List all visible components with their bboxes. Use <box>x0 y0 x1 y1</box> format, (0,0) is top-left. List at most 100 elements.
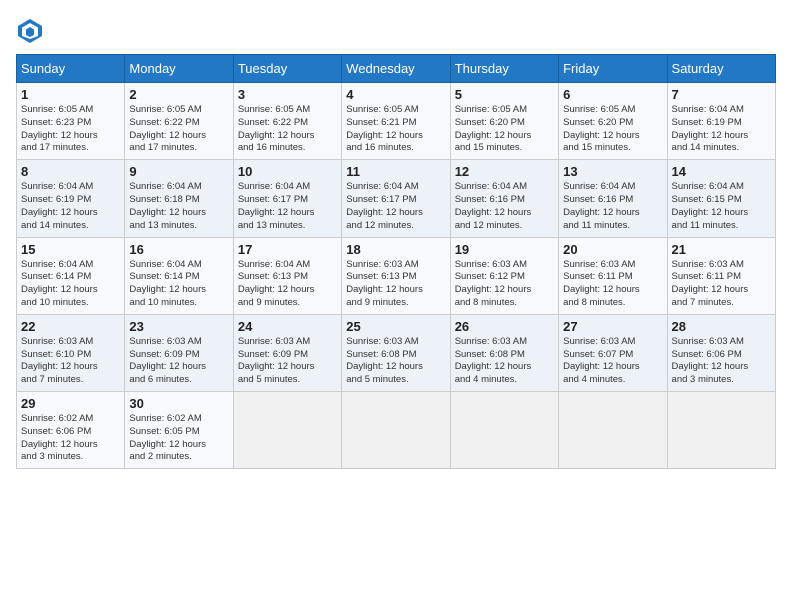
day-info: Sunrise: 6:03 AM Sunset: 6:11 PM Dayligh… <box>563 259 662 310</box>
day-info: Sunrise: 6:04 AM Sunset: 6:19 PM Dayligh… <box>672 104 771 155</box>
day-info: Sunrise: 6:04 AM Sunset: 6:16 PM Dayligh… <box>455 181 554 232</box>
calendar-day-cell: 28 Sunrise: 6:03 AM Sunset: 6:06 PM Dayli… <box>667 314 775 391</box>
day-number: 29 <box>21 396 120 411</box>
calendar-day-cell: 25 Sunrise: 6:03 AM Sunset: 6:08 PM Dayli… <box>342 314 450 391</box>
day-number: 25 <box>346 319 445 334</box>
calendar-day-cell <box>450 392 558 469</box>
calendar-day-cell: 8Sunrise: 6:04 AM Sunset: 6:19 PM Daylig… <box>17 160 125 237</box>
day-number: 22 <box>21 319 120 334</box>
calendar-day-cell <box>233 392 341 469</box>
calendar-day-cell: 20 Sunrise: 6:03 AM Sunset: 6:11 PM Dayli… <box>559 237 667 314</box>
header-wednesday: Wednesday <box>342 55 450 83</box>
day-info: Sunrise: 6:03 AM Sunset: 6:11 PM Dayligh… <box>672 259 771 310</box>
day-info: Sunrise: 6:05 AM Sunset: 6:20 PM Dayligh… <box>455 104 554 155</box>
day-info: Sunrise: 6:03 AM Sunset: 6:08 PM Dayligh… <box>346 336 445 387</box>
day-info: Sunrise: 6:04 AM Sunset: 6:15 PM Dayligh… <box>672 181 771 232</box>
day-number: 27 <box>563 319 662 334</box>
day-number: 17 <box>238 242 337 257</box>
calendar-day-cell: 15 Sunrise: 6:04 AM Sunset: 6:14 PM Dayli… <box>17 237 125 314</box>
day-info: Sunrise: 6:02 AM Sunset: 6:06 PM Dayligh… <box>21 413 120 464</box>
calendar-day-cell: 13 Sunrise: 6:04 AM Sunset: 6:16 PM Dayli… <box>559 160 667 237</box>
day-info: Sunrise: 6:03 AM Sunset: 6:12 PM Dayligh… <box>455 259 554 310</box>
day-info: Sunrise: 6:03 AM Sunset: 6:09 PM Dayligh… <box>129 336 228 387</box>
calendar-day-cell: 7 Sunrise: 6:04 AM Sunset: 6:19 PM Daylig… <box>667 83 775 160</box>
calendar-day-cell: 10 Sunrise: 6:04 AM Sunset: 6:17 PM Dayli… <box>233 160 341 237</box>
day-info: Sunrise: 6:04 AM Sunset: 6:14 PM Dayligh… <box>129 259 228 310</box>
header-tuesday: Tuesday <box>233 55 341 83</box>
calendar-table: SundayMondayTuesdayWednesdayThursdayFrid… <box>16 54 776 469</box>
calendar-day-cell <box>342 392 450 469</box>
calendar-day-cell: 29 Sunrise: 6:02 AM Sunset: 6:06 PM Dayli… <box>17 392 125 469</box>
day-info: Sunrise: 6:03 AM Sunset: 6:09 PM Dayligh… <box>238 336 337 387</box>
header-thursday: Thursday <box>450 55 558 83</box>
calendar-day-cell: 14 Sunrise: 6:04 AM Sunset: 6:15 PM Dayli… <box>667 160 775 237</box>
day-number: 8 <box>21 164 120 179</box>
calendar-day-cell: 30 Sunrise: 6:02 AM Sunset: 6:05 PM Dayli… <box>125 392 233 469</box>
calendar-day-cell: 27Sunrise: 6:03 AM Sunset: 6:07 PM Dayli… <box>559 314 667 391</box>
day-info: Sunrise: 6:04 AM Sunset: 6:13 PM Dayligh… <box>238 259 337 310</box>
day-info: Sunrise: 6:05 AM Sunset: 6:21 PM Dayligh… <box>346 104 445 155</box>
calendar-week-row: 22 Sunrise: 6:03 AM Sunset: 6:10 PM Dayli… <box>17 314 776 391</box>
page-header <box>16 16 776 44</box>
header-monday: Monday <box>125 55 233 83</box>
calendar-week-row: 8Sunrise: 6:04 AM Sunset: 6:19 PM Daylig… <box>17 160 776 237</box>
day-number: 12 <box>455 164 554 179</box>
day-number: 18 <box>346 242 445 257</box>
day-number: 30 <box>129 396 228 411</box>
calendar-week-row: 15 Sunrise: 6:04 AM Sunset: 6:14 PM Dayli… <box>17 237 776 314</box>
calendar-day-cell: 5 Sunrise: 6:05 AM Sunset: 6:20 PM Daylig… <box>450 83 558 160</box>
day-info: Sunrise: 6:04 AM Sunset: 6:16 PM Dayligh… <box>563 181 662 232</box>
calendar-day-cell: 1 Sunrise: 6:05 AM Sunset: 6:23 PM Daylig… <box>17 83 125 160</box>
day-number: 7 <box>672 87 771 102</box>
day-number: 14 <box>672 164 771 179</box>
calendar-day-cell: 17 Sunrise: 6:04 AM Sunset: 6:13 PM Dayli… <box>233 237 341 314</box>
calendar-day-cell: 23 Sunrise: 6:03 AM Sunset: 6:09 PM Dayli… <box>125 314 233 391</box>
day-number: 13 <box>563 164 662 179</box>
day-number: 19 <box>455 242 554 257</box>
calendar-day-cell: 16 Sunrise: 6:04 AM Sunset: 6:14 PM Dayli… <box>125 237 233 314</box>
calendar-day-cell: 18 Sunrise: 6:03 AM Sunset: 6:13 PM Dayli… <box>342 237 450 314</box>
day-number: 11 <box>346 164 445 179</box>
day-number: 16 <box>129 242 228 257</box>
day-number: 24 <box>238 319 337 334</box>
logo-icon <box>16 16 44 44</box>
day-info: Sunrise: 6:03 AM Sunset: 6:06 PM Dayligh… <box>672 336 771 387</box>
day-info: Sunrise: 6:03 AM Sunset: 6:13 PM Dayligh… <box>346 259 445 310</box>
day-number: 21 <box>672 242 771 257</box>
day-number: 3 <box>238 87 337 102</box>
calendar-day-cell: 4 Sunrise: 6:05 AM Sunset: 6:21 PM Daylig… <box>342 83 450 160</box>
day-number: 20 <box>563 242 662 257</box>
day-number: 1 <box>21 87 120 102</box>
calendar-day-cell: 26 Sunrise: 6:03 AM Sunset: 6:08 PM Dayli… <box>450 314 558 391</box>
day-info: Sunrise: 6:05 AM Sunset: 6:22 PM Dayligh… <box>129 104 228 155</box>
logo <box>16 16 48 44</box>
calendar-day-cell: 9Sunrise: 6:04 AM Sunset: 6:18 PM Daylig… <box>125 160 233 237</box>
calendar-day-cell <box>667 392 775 469</box>
calendar-day-cell: 22 Sunrise: 6:03 AM Sunset: 6:10 PM Dayli… <box>17 314 125 391</box>
day-info: Sunrise: 6:03 AM Sunset: 6:10 PM Dayligh… <box>21 336 120 387</box>
calendar-day-cell: 24 Sunrise: 6:03 AM Sunset: 6:09 PM Dayli… <box>233 314 341 391</box>
day-number: 5 <box>455 87 554 102</box>
day-number: 15 <box>21 242 120 257</box>
day-number: 10 <box>238 164 337 179</box>
header-saturday: Saturday <box>667 55 775 83</box>
day-info: Sunrise: 6:05 AM Sunset: 6:23 PM Dayligh… <box>21 104 120 155</box>
day-info: Sunrise: 6:02 AM Sunset: 6:05 PM Dayligh… <box>129 413 228 464</box>
day-info: Sunrise: 6:04 AM Sunset: 6:17 PM Dayligh… <box>346 181 445 232</box>
calendar-day-cell: 11 Sunrise: 6:04 AM Sunset: 6:17 PM Dayli… <box>342 160 450 237</box>
day-number: 26 <box>455 319 554 334</box>
calendar-day-cell: 6Sunrise: 6:05 AM Sunset: 6:20 PM Daylig… <box>559 83 667 160</box>
day-info: Sunrise: 6:04 AM Sunset: 6:17 PM Dayligh… <box>238 181 337 232</box>
day-number: 4 <box>346 87 445 102</box>
day-info: Sunrise: 6:04 AM Sunset: 6:14 PM Dayligh… <box>21 259 120 310</box>
day-number: 28 <box>672 319 771 334</box>
calendar-day-cell: 2Sunrise: 6:05 AM Sunset: 6:22 PM Daylig… <box>125 83 233 160</box>
calendar-week-row: 1 Sunrise: 6:05 AM Sunset: 6:23 PM Daylig… <box>17 83 776 160</box>
day-info: Sunrise: 6:04 AM Sunset: 6:18 PM Dayligh… <box>129 181 228 232</box>
day-info: Sunrise: 6:03 AM Sunset: 6:08 PM Dayligh… <box>455 336 554 387</box>
calendar-day-cell: 19 Sunrise: 6:03 AM Sunset: 6:12 PM Dayli… <box>450 237 558 314</box>
header-friday: Friday <box>559 55 667 83</box>
calendar-day-cell: 12 Sunrise: 6:04 AM Sunset: 6:16 PM Dayli… <box>450 160 558 237</box>
day-number: 23 <box>129 319 228 334</box>
calendar-header-row: SundayMondayTuesdayWednesdayThursdayFrid… <box>17 55 776 83</box>
